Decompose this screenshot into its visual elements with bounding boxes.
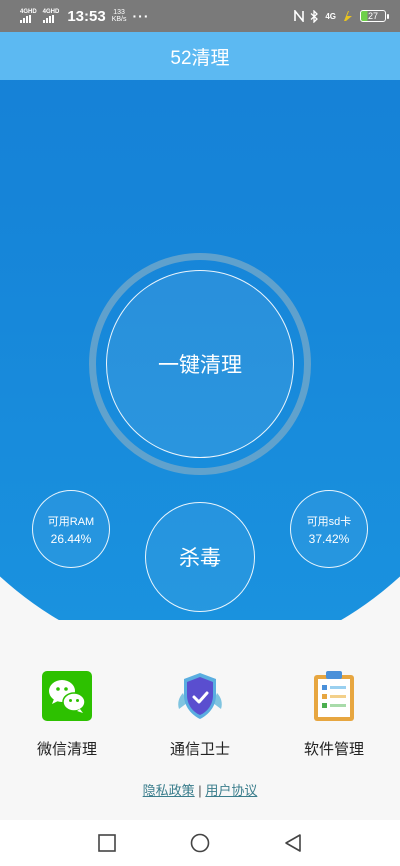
wechat-icon	[39, 668, 95, 724]
app-title: 52清理	[170, 47, 230, 69]
antivirus-label: 杀毒	[179, 547, 221, 570]
shield-icon	[172, 668, 228, 724]
signal-1-icon: 4GHD	[20, 9, 37, 23]
sd-card-label: 可用sd卡	[306, 515, 352, 528]
square-icon	[97, 834, 116, 852]
antivirus-button[interactable]: 杀毒	[145, 502, 255, 612]
home-button[interactable]	[188, 831, 212, 855]
battery-icon: 27	[360, 10, 389, 22]
mobile-data-indicator: 4G	[325, 11, 336, 21]
legal-links: 隐私政策 | 用户协议	[0, 780, 400, 799]
charging-icon	[344, 11, 352, 21]
sd-card-stat: 可用sd卡 37.42%	[290, 490, 368, 568]
clipboard-icon	[306, 668, 362, 724]
speed-value: 133	[113, 9, 125, 16]
one-click-clean-button[interactable]: 一键清理	[106, 270, 294, 458]
ram-value: 26.44%	[50, 531, 92, 546]
comm-guard-button[interactable]: 通信卫士	[140, 668, 260, 759]
bluetooth-icon	[310, 9, 319, 23]
clock: 13:53	[67, 7, 106, 25]
link-separator: |	[198, 783, 202, 798]
network-speed: 133 KB/s	[112, 9, 127, 23]
software-manage-button[interactable]: 软件管理	[274, 668, 394, 759]
circle-icon	[190, 833, 210, 853]
app-header: 52清理	[0, 32, 400, 80]
ram-label: 可用RAM	[47, 515, 95, 528]
back-button[interactable]	[281, 831, 305, 855]
comm-guard-label: 通信卫士	[169, 741, 230, 758]
status-bar: 4GHD 4GHD 13:53 133 KB/s ··· 4G 27	[0, 0, 400, 32]
system-nav-bar	[0, 820, 400, 866]
wechat-clean-button[interactable]: 微信清理	[7, 668, 127, 759]
more-notifications-icon: ···	[132, 8, 150, 24]
speed-unit: KB/s	[111, 16, 127, 23]
triangle-back-icon	[285, 834, 302, 852]
software-manage-label: 软件管理	[303, 741, 364, 758]
signal-2-icon: 4GHD	[42, 9, 59, 23]
wechat-clean-label: 微信清理	[36, 741, 97, 758]
battery-level: 27	[367, 11, 378, 21]
privacy-policy-link[interactable]: 隐私政策	[143, 783, 195, 798]
sd-card-value: 37.42%	[308, 531, 350, 546]
ram-stat: 可用RAM 26.44%	[32, 490, 110, 568]
recent-apps-button[interactable]	[95, 831, 119, 855]
one-click-clean-label: 一键清理	[158, 354, 242, 377]
nfc-icon	[294, 10, 305, 22]
user-agreement-link[interactable]: 用户协议	[205, 783, 257, 798]
